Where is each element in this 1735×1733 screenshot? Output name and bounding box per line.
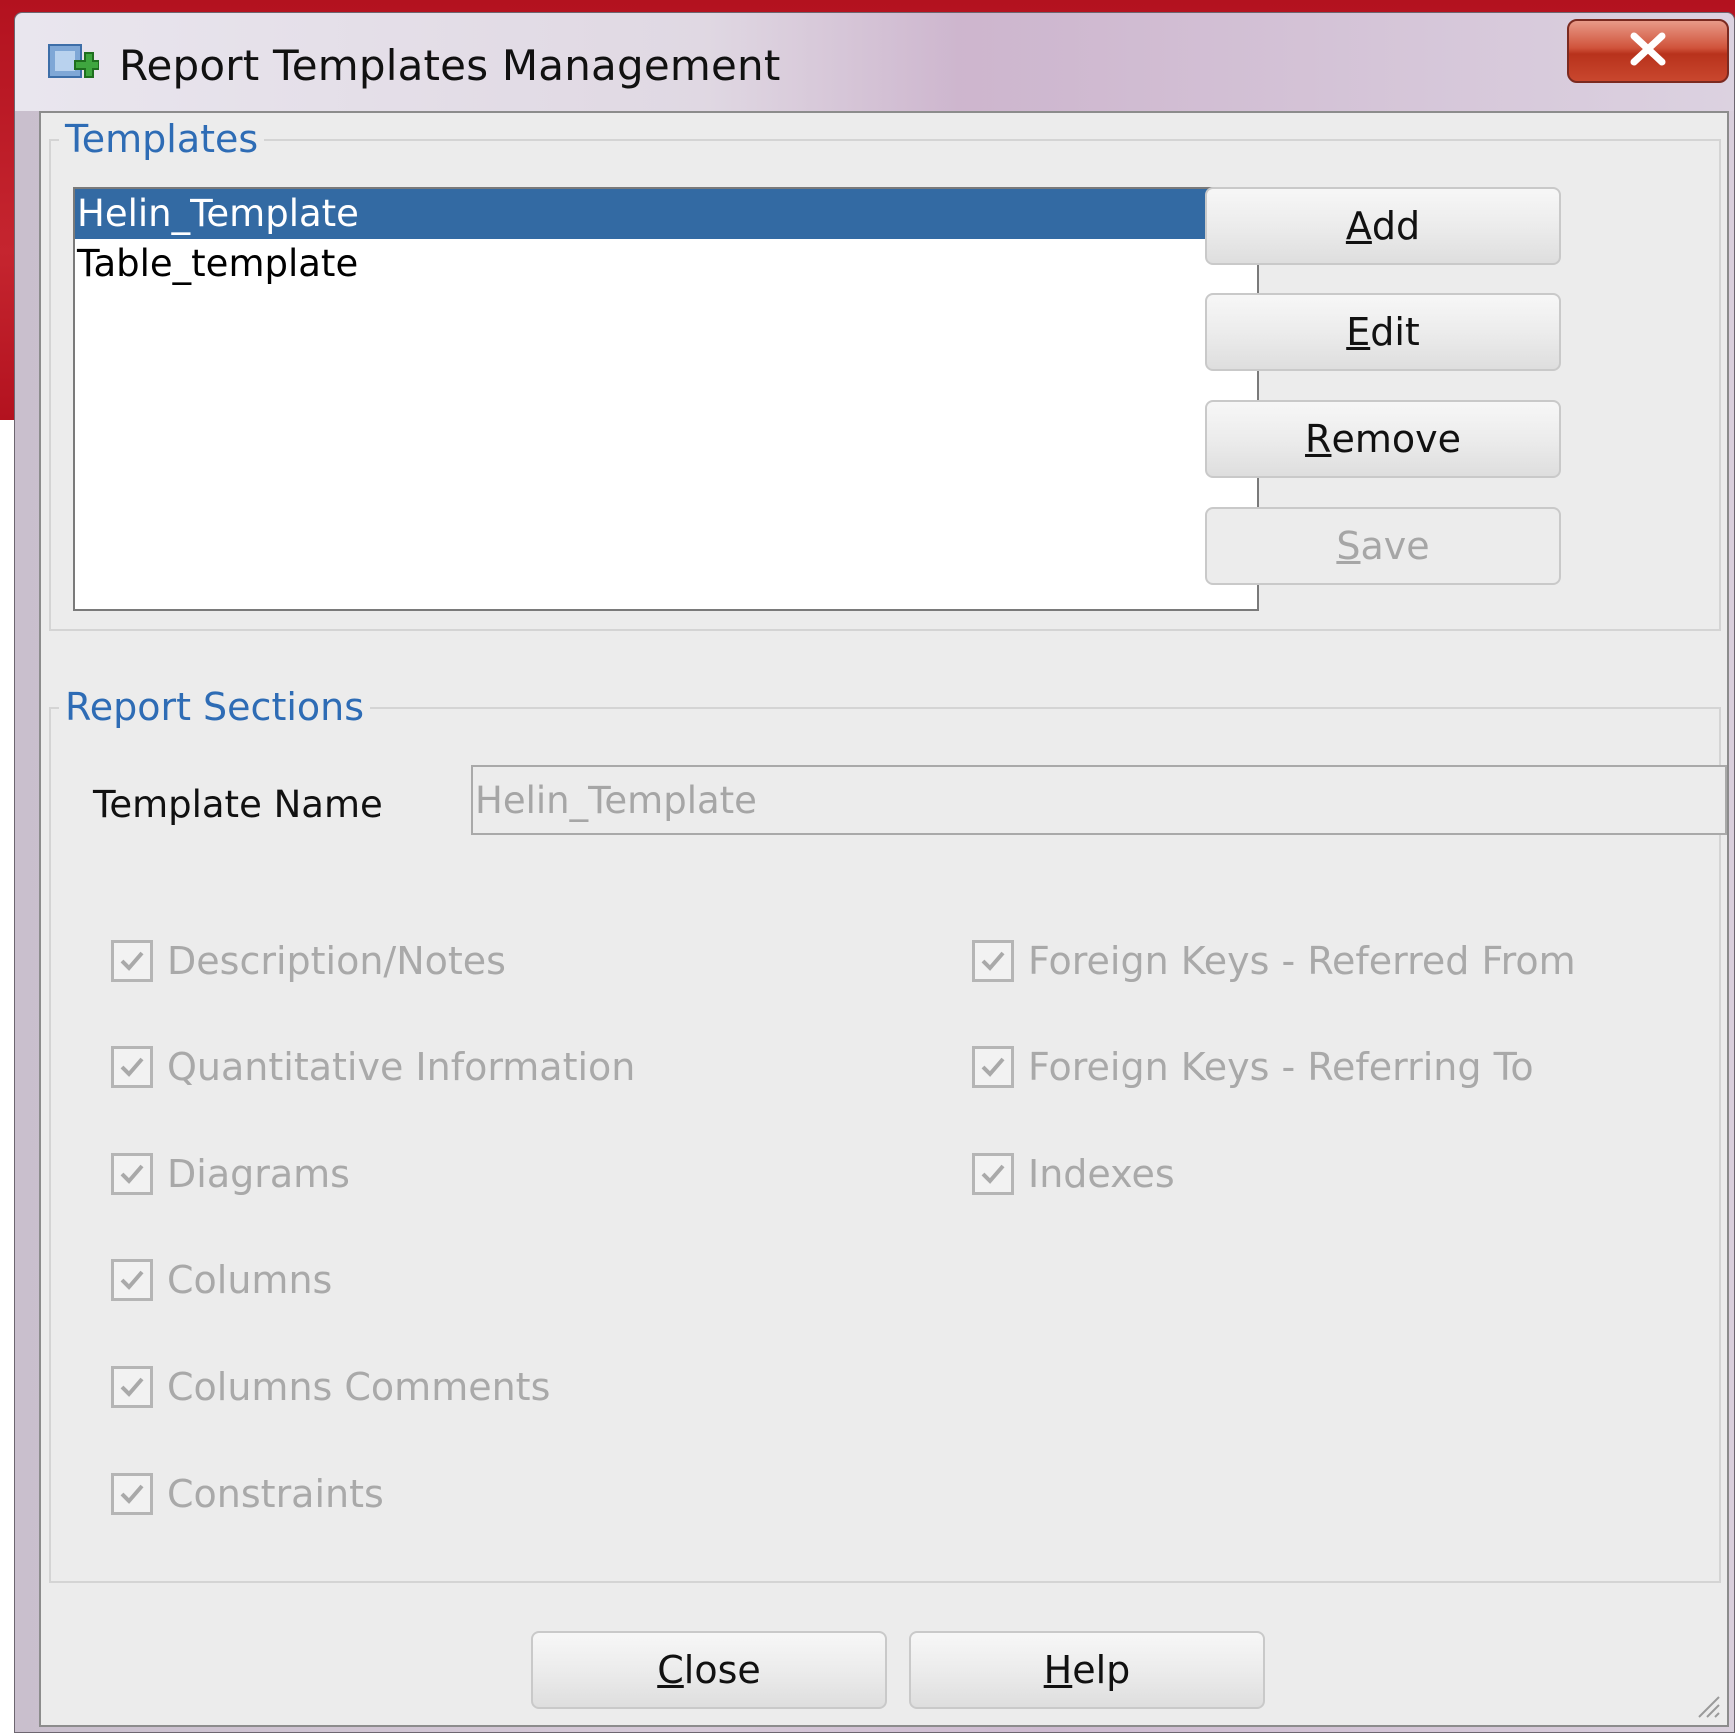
add-button[interactable]: Add bbox=[1205, 187, 1561, 265]
checkbox-box[interactable] bbox=[111, 940, 153, 982]
checkbox-box[interactable] bbox=[111, 1153, 153, 1195]
templates-list[interactable]: Helin_Template Table_template bbox=[73, 187, 1259, 611]
template-name-field[interactable] bbox=[471, 765, 1727, 835]
resize-grip-icon[interactable] bbox=[1691, 1689, 1721, 1719]
close-window-button[interactable] bbox=[1567, 19, 1729, 83]
checkmark-icon bbox=[120, 1057, 144, 1077]
checkmark-icon bbox=[981, 1057, 1005, 1077]
screen: Report Templates Management Templates He… bbox=[0, 0, 1735, 1733]
checkbox-box[interactable] bbox=[972, 940, 1014, 982]
help-button[interactable]: Help bbox=[909, 1631, 1265, 1709]
checkbox-box[interactable] bbox=[111, 1259, 153, 1301]
template-name-label: Template Name bbox=[93, 783, 383, 826]
checkbox-label: Columns bbox=[167, 1258, 333, 1302]
app-icon bbox=[45, 39, 100, 93]
remove-button[interactable]: Remove bbox=[1205, 400, 1561, 478]
window-title: Report Templates Management bbox=[119, 41, 781, 90]
checkmark-icon bbox=[120, 951, 144, 971]
templates-group-title: Templates bbox=[59, 117, 265, 161]
checkmark-icon bbox=[981, 951, 1005, 971]
checkbox-columns[interactable]: Columns bbox=[111, 1258, 332, 1302]
list-item-helin-template[interactable]: Helin_Template bbox=[75, 189, 1257, 239]
report-sections-group-title: Report Sections bbox=[59, 685, 371, 729]
checkbox-foreign-keys-referring-to[interactable]: Foreign Keys - Referring To bbox=[972, 1045, 1534, 1089]
checkbox-description-notes[interactable]: Description/Notes bbox=[111, 939, 506, 983]
checkbox-diagrams[interactable]: Diagrams bbox=[111, 1152, 350, 1196]
title-bar[interactable]: Report Templates Management bbox=[15, 13, 1734, 111]
close-x-icon bbox=[1628, 32, 1668, 70]
checkbox-box[interactable] bbox=[111, 1473, 153, 1515]
checkbox-box[interactable] bbox=[111, 1366, 153, 1408]
checkbox-label: Description/Notes bbox=[167, 939, 506, 983]
checkmark-icon bbox=[120, 1484, 144, 1504]
dialog-content: Templates Helin_Template Table_template … bbox=[39, 111, 1729, 1727]
checkbox-columns-comments[interactable]: Columns Comments bbox=[111, 1365, 550, 1409]
checkbox-label: Columns Comments bbox=[167, 1365, 551, 1409]
checkbox-box[interactable] bbox=[972, 1153, 1014, 1195]
edit-button[interactable]: Edit bbox=[1205, 293, 1561, 371]
checkbox-label: Constraints bbox=[167, 1472, 384, 1516]
checkbox-box[interactable] bbox=[111, 1046, 153, 1088]
checkbox-label: Diagrams bbox=[167, 1152, 350, 1196]
checkbox-constraints[interactable]: Constraints bbox=[111, 1472, 384, 1516]
checkbox-box[interactable] bbox=[972, 1046, 1014, 1088]
checkbox-quantitative-information[interactable]: Quantitative Information bbox=[111, 1045, 635, 1089]
checkmark-icon bbox=[120, 1377, 144, 1397]
list-item-table-template[interactable]: Table_template bbox=[75, 239, 1257, 289]
checkbox-label: Foreign Keys - Referring To bbox=[1028, 1045, 1534, 1089]
checkbox-label: Foreign Keys - Referred From bbox=[1028, 939, 1576, 983]
checkbox-label: Indexes bbox=[1028, 1152, 1175, 1196]
report-sections-group bbox=[49, 707, 1721, 1583]
checkbox-foreign-keys-referred-from[interactable]: Foreign Keys - Referred From bbox=[972, 939, 1576, 983]
checkbox-indexes[interactable]: Indexes bbox=[972, 1152, 1175, 1196]
close-button[interactable]: Close bbox=[531, 1631, 887, 1709]
dialog-window: Report Templates Management Templates He… bbox=[14, 12, 1735, 1733]
save-button[interactable]: Save bbox=[1205, 507, 1561, 585]
checkmark-icon bbox=[120, 1270, 144, 1290]
checkmark-icon bbox=[981, 1164, 1005, 1184]
checkbox-label: Quantitative Information bbox=[167, 1045, 636, 1089]
checkmark-icon bbox=[120, 1164, 144, 1184]
